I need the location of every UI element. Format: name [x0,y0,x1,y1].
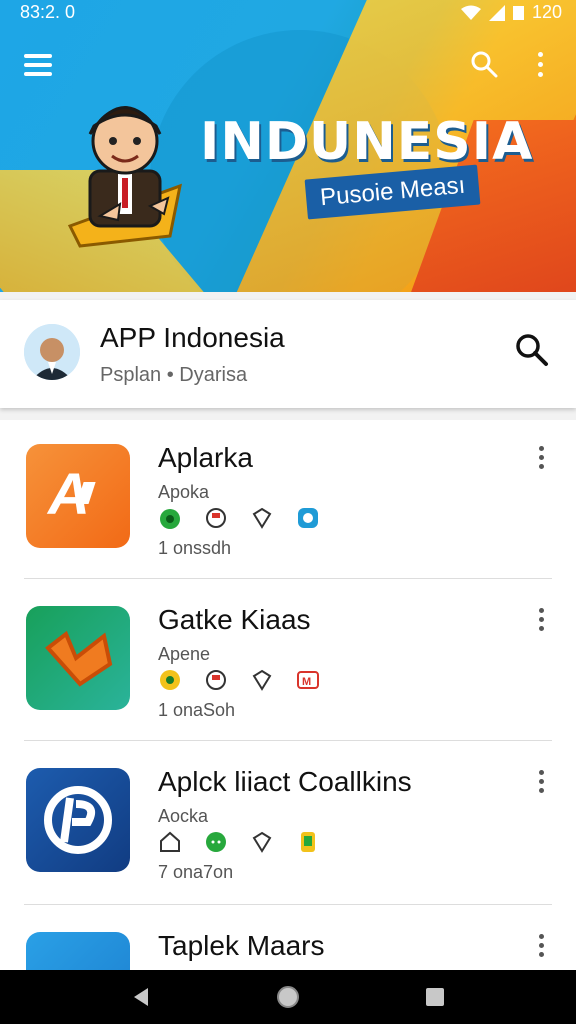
battery-level: 120 [531,2,562,22]
signal-icon [488,4,505,21]
badge-row [158,506,320,530]
app-name: Aplarka [158,442,253,473]
android-badge-icon [158,506,182,530]
badge-row: M [158,668,320,692]
status-bar: 83:2. 0 120 [0,0,576,26]
recents-icon[interactable] [422,984,448,1010]
app-subtitle: Psplan • Dyarisa [100,364,248,386]
mascot-illustration [67,106,182,248]
app-icon: A [26,444,130,548]
app-size: 1 onaSoh [158,700,236,720]
menu-button[interactable] [24,54,52,81]
header-search-icon[interactable] [470,50,498,78]
app-name: Gatke Kiaas [158,604,311,635]
list-item[interactable]: Taplek Maars [0,908,576,970]
app-name: Aplck liiact Coallkins [158,766,412,797]
more-vert-icon[interactable] [534,446,550,472]
app-info-card: APP Indonesia Psplan • Dyarisa [0,300,576,408]
home-icon[interactable] [275,984,301,1010]
more-vert-icon[interactable] [534,770,550,796]
more-vert-icon[interactable] [534,934,550,960]
wifi-icon [460,5,481,20]
home-badge-icon [158,830,182,854]
mail-badge-icon: M [296,668,320,692]
app-list: A Aplarka Apoka 1 onssdh Gatke Kiaas Ape… [0,420,576,970]
status-time: 83:2. 0 [20,2,76,22]
menu-icon [24,54,52,58]
list-item[interactable]: A Aplarka Apoka 1 onssdh [0,420,576,582]
chat-badge-icon [296,506,320,530]
app-size: 1 onssdh [158,538,232,558]
avatar[interactable] [24,324,80,380]
phone-badge-icon [296,830,320,854]
hero-title: INDUNESIA [200,112,534,172]
hero-banner: 83:2. 0 120 INDUNESIA Pusoie Meası [0,0,576,292]
divider [24,740,552,741]
shield-badge-icon [250,668,274,692]
back-icon[interactable] [128,984,154,1010]
more-vert-icon[interactable] [536,52,546,82]
battery-icon [512,5,524,20]
badge-row [158,830,320,854]
app-name: Taplek Maars [158,930,325,961]
list-item[interactable]: Aplck liiact Coallkins Aocka 7 ona7on [0,744,576,906]
shield-badge-icon [250,506,274,530]
face-badge-icon [204,506,228,530]
divider [24,904,552,905]
system-nav-bar [0,970,576,1024]
search-icon[interactable] [514,332,550,368]
app-size: 7 ona7on [158,862,234,882]
app-icon [26,768,130,872]
more-vert-icon[interactable] [534,608,550,634]
app-title: APP Indonesia [100,322,285,353]
face-badge-icon [204,668,228,692]
app-category: Apoka [158,482,210,502]
list-item[interactable]: Gatke Kiaas Apene M 1 onaSoh [0,582,576,744]
svg-text:M: M [302,676,311,688]
app-category: Apene [158,644,211,664]
app-icon [26,932,130,970]
sun-badge-icon [158,668,182,692]
app-category: Aocka [158,806,209,826]
shield-badge-icon [250,830,274,854]
divider [24,578,552,579]
chat-badge-icon [204,830,228,854]
app-icon [26,606,130,710]
